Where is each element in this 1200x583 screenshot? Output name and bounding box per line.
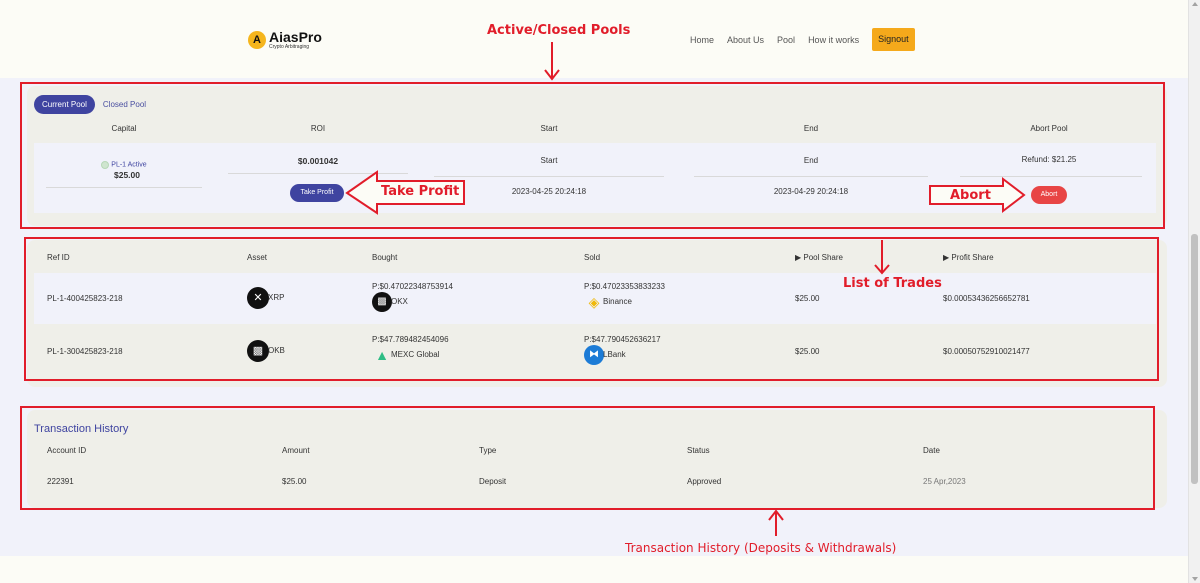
- annotation-history: Transaction History (Deposits & Withdraw…: [625, 541, 897, 555]
- arrow-down-icon: [544, 42, 560, 81]
- annotation-trades: List of Trades: [843, 276, 942, 291]
- annotation-abort: Abort: [950, 188, 991, 203]
- arrow-up-icon: [768, 509, 784, 536]
- annotation-pools: Active/Closed Pools: [487, 23, 631, 38]
- arrow-down-icon: [874, 240, 890, 275]
- annotation-take-profit: Take Profit: [381, 184, 460, 199]
- annotation-arrows: [345, 42, 1026, 536]
